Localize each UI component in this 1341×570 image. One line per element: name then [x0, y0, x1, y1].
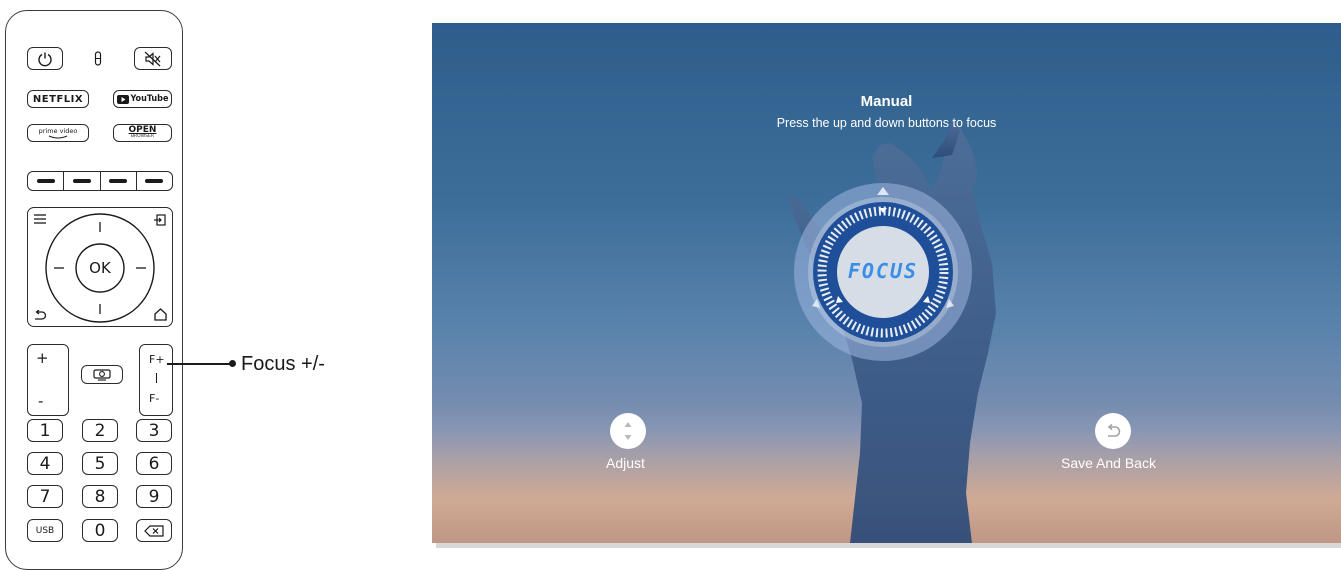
netflix-button[interactable]: NETFLIX	[27, 90, 89, 108]
power-button[interactable]	[27, 47, 63, 70]
home-icon[interactable]	[154, 308, 167, 321]
volume-plus-label: +	[36, 349, 49, 367]
adjust-label: Adjust	[606, 455, 645, 471]
back-icon[interactable]	[33, 310, 46, 322]
focus-instruction-text: Press the up and down buttons to focus	[776, 116, 997, 130]
number-label-8: 8	[94, 486, 106, 507]
number-label-6: 6	[148, 453, 160, 474]
number-label-2: 2	[94, 420, 106, 441]
back-arrow-icon	[1107, 424, 1121, 437]
focus-mode-title: Manual	[860, 93, 913, 110]
prime-video-button[interactable]: prime video	[27, 124, 89, 142]
number-label-1: 1	[39, 420, 51, 441]
focus-dial-label: FOCUS	[847, 259, 919, 283]
mute-button[interactable]	[134, 47, 172, 70]
number-button-5[interactable]: 5	[82, 452, 118, 475]
color-bar-4	[145, 179, 164, 183]
number-button-8[interactable]: 8	[82, 485, 118, 508]
projector-icon	[93, 368, 111, 381]
number-label-7: 7	[39, 486, 51, 507]
projector-button[interactable]	[81, 365, 123, 384]
color-bar-2	[72, 179, 91, 183]
projector-screen: Manual Press the up and down buttons to …	[432, 23, 1341, 543]
screen-shadow	[436, 543, 1341, 548]
ok-label: OK	[89, 259, 111, 277]
dpad-left[interactable]	[48, 258, 70, 280]
open-browser-button[interactable]: OPEN BROWSER	[113, 124, 172, 142]
adjust-button[interactable]	[610, 413, 646, 449]
volume-down-button[interactable]: -	[28, 380, 68, 415]
focus-minus-label: F-	[149, 392, 160, 405]
color-buttons-row	[27, 171, 173, 191]
number-button-3[interactable]: 3	[136, 419, 172, 442]
color-button-1[interactable]	[28, 172, 65, 190]
save-and-back-button[interactable]	[1095, 413, 1131, 449]
number-button-1[interactable]: 1	[27, 419, 63, 442]
focus-plus-label: F+	[149, 353, 165, 366]
color-button-3[interactable]	[101, 172, 137, 190]
usb-button[interactable]: USB	[27, 519, 63, 542]
focus-rocker: F+ F-	[139, 344, 173, 416]
callout-dot	[229, 360, 236, 367]
number-button-6[interactable]: 6	[136, 452, 172, 475]
focus-callout-label: Focus +/-	[241, 353, 325, 375]
up-down-arrows-icon	[624, 422, 632, 440]
microphone-icon	[94, 51, 102, 66]
focus-minus-button[interactable]: F-	[140, 380, 172, 415]
save-and-back-label: Save And Back	[1061, 455, 1156, 471]
dpad-up[interactable]	[85, 216, 115, 238]
prime-smile-icon	[48, 135, 68, 138]
navigation-pad: OK	[27, 207, 173, 327]
number-label-9: 9	[148, 486, 160, 507]
number-button-0[interactable]: 0	[82, 519, 118, 542]
color-bar-3	[109, 179, 128, 183]
dpad-down[interactable]	[85, 298, 115, 320]
dpad-right[interactable]	[130, 258, 152, 280]
number-button-9[interactable]: 9	[136, 485, 172, 508]
usb-label: USB	[35, 525, 55, 536]
number-label-3: 3	[148, 420, 160, 441]
callout-line	[167, 363, 231, 365]
remote-control: NETFLIX YouTube prime video OPEN BROWSER	[5, 10, 183, 570]
volume-minus-label: -	[38, 392, 44, 410]
prime-video-label: prime video	[38, 126, 78, 135]
volume-up-button[interactable]: +	[28, 345, 68, 380]
focus-divider	[156, 373, 157, 383]
volume-rocker: + -	[27, 344, 69, 416]
netflix-label: NETFLIX	[32, 93, 84, 105]
youtube-label: YouTube	[130, 94, 169, 104]
color-button-2[interactable]	[64, 172, 101, 190]
number-button-7[interactable]: 7	[27, 485, 63, 508]
number-label-5: 5	[94, 453, 106, 474]
number-label-4: 4	[39, 453, 51, 474]
number-button-4[interactable]: 4	[27, 452, 63, 475]
backspace-icon	[144, 524, 164, 537]
browser-label: BROWSER	[130, 134, 155, 140]
number-button-2[interactable]: 2	[82, 419, 118, 442]
color-button-4[interactable]	[137, 172, 172, 190]
number-label-0: 0	[94, 520, 106, 541]
color-bar-1	[36, 179, 55, 183]
delete-button[interactable]	[136, 519, 172, 542]
youtube-play-icon	[116, 94, 129, 104]
youtube-button[interactable]: YouTube	[113, 90, 172, 108]
mute-icon	[144, 51, 161, 66]
power-icon	[38, 52, 52, 66]
ok-button[interactable]: OK	[77, 245, 123, 291]
